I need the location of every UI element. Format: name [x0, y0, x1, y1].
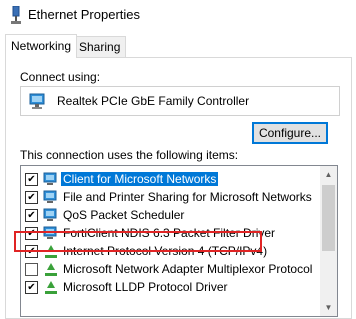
list-item-file-printer-sharing[interactable]: ✔ File and Printer Sharing for Microsoft…: [21, 188, 321, 206]
printer-sharing-icon: [43, 190, 57, 203]
network-card-icon: [29, 93, 45, 109]
window-title: Ethernet Properties: [28, 7, 141, 22]
checkbox[interactable]: ✔: [25, 173, 38, 186]
title-bar: Ethernet Properties: [0, 0, 356, 30]
network-adapter-icon: [11, 6, 21, 24]
client-network-icon: [43, 172, 57, 185]
checkbox[interactable]: [25, 263, 38, 276]
item-label: File and Printer Sharing for Microsoft N…: [63, 190, 312, 204]
item-label: Microsoft LLDP Protocol Driver: [63, 280, 228, 294]
adapter-name: Realtek PCIe GbE Family Controller: [57, 94, 250, 108]
checkbox[interactable]: ✔: [25, 209, 38, 222]
item-label: Client for Microsoft Networks: [61, 172, 219, 186]
configure-button[interactable]: Configure...: [252, 122, 328, 144]
highlight-annotation: [14, 231, 262, 252]
checkbox[interactable]: ✔: [25, 191, 38, 204]
networking-panel: Connect using: Realtek PCIe GbE Family C…: [5, 57, 352, 319]
list-item-qos[interactable]: ✔ QoS Packet Scheduler: [21, 206, 321, 224]
vertical-scrollbar[interactable]: ▲ ▼: [320, 166, 337, 316]
protocol-icon: [45, 263, 57, 276]
service-icon: [43, 208, 57, 221]
tab-networking[interactable]: Networking: [5, 34, 78, 58]
list-item-lldp[interactable]: ✔ Microsoft LLDP Protocol Driver: [21, 278, 321, 296]
item-label: Microsoft Network Adapter Multiplexor Pr…: [63, 262, 313, 276]
connect-using-label: Connect using:: [20, 70, 101, 84]
list-item-client-ms-networks[interactable]: ✔ Client for Microsoft Networks: [21, 170, 321, 188]
checkbox[interactable]: ✔: [25, 281, 38, 294]
tab-strip: Networking Sharing: [0, 34, 356, 58]
adapter-field: Realtek PCIe GbE Family Controller: [20, 86, 340, 116]
scroll-down-arrow-icon[interactable]: ▼: [320, 299, 337, 316]
scroll-thumb[interactable]: [322, 185, 335, 251]
list-item-multiplexor[interactable]: Microsoft Network Adapter Multiplexor Pr…: [21, 260, 321, 278]
protocol-icon: [45, 281, 57, 294]
items-label: This connection uses the following items…: [20, 148, 239, 162]
scroll-up-arrow-icon[interactable]: ▲: [320, 166, 337, 183]
tab-sharing[interactable]: Sharing: [73, 36, 127, 57]
item-label: QoS Packet Scheduler: [63, 208, 185, 222]
